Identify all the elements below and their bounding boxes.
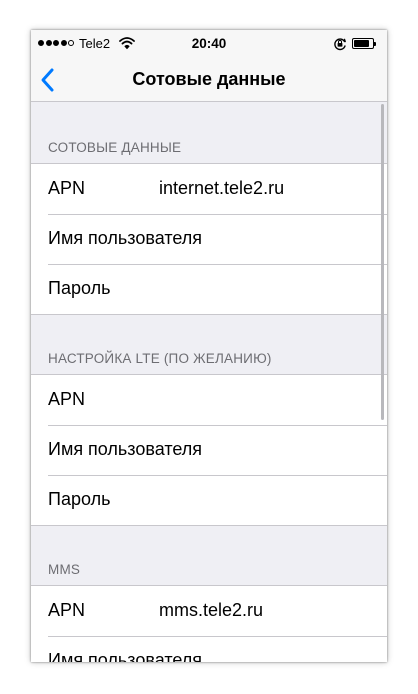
field-label: Пароль — [48, 489, 111, 509]
row-username[interactable]: Имя пользователя — [31, 214, 387, 264]
field-label: Имя пользователя — [48, 439, 203, 459]
rotation-lock-icon — [334, 38, 346, 51]
settings-group-mms: APN mms.tele2.ru Имя пользователя — [31, 585, 387, 662]
battery-icon — [352, 38, 378, 49]
row-apn[interactable]: APN mms.tele2.ru — [31, 586, 387, 636]
field-label: Пароль — [48, 278, 111, 298]
apn-field[interactable]: internet.tele2.ru — [159, 178, 284, 199]
field-label: APN — [48, 178, 86, 198]
settings-group-cellular-data: APN internet.tele2.ru Имя пользователя П… — [31, 163, 387, 315]
section-header-lte-setup: НАСТРОЙКА LTE (ПО ЖЕЛАНИЮ) — [48, 351, 272, 366]
row-apn[interactable]: APN internet.tele2.ru — [31, 164, 387, 214]
row-password[interactable]: Пароль — [31, 475, 387, 525]
field-label: Имя пользователя — [48, 650, 203, 662]
section-header-cellular-data: СОТОВЫЕ ДАННЫЕ — [48, 140, 182, 155]
navigation-bar: Сотовые данные — [31, 58, 387, 102]
status-bar: Tele2 20:40 — [31, 30, 387, 58]
apn-field[interactable]: mms.tele2.ru — [159, 600, 263, 621]
row-username[interactable]: Имя пользователя — [31, 636, 387, 662]
row-username[interactable]: Имя пользователя — [31, 425, 387, 475]
field-label: APN — [48, 600, 86, 620]
page-title: Сотовые данные — [132, 69, 286, 89]
row-apn[interactable]: APN — [31, 375, 387, 425]
scrollbar[interactable] — [381, 104, 384, 420]
field-label: APN — [48, 389, 86, 409]
section-header-mms: MMS — [48, 562, 81, 577]
phone-screen: Tele2 20:40 Сотовые данные СОТОВЫЕ ДАННЫ… — [31, 30, 387, 662]
settings-group-lte: APN Имя пользователя Пароль — [31, 374, 387, 526]
row-password[interactable]: Пароль — [31, 264, 387, 314]
field-label: Имя пользователя — [48, 228, 203, 248]
